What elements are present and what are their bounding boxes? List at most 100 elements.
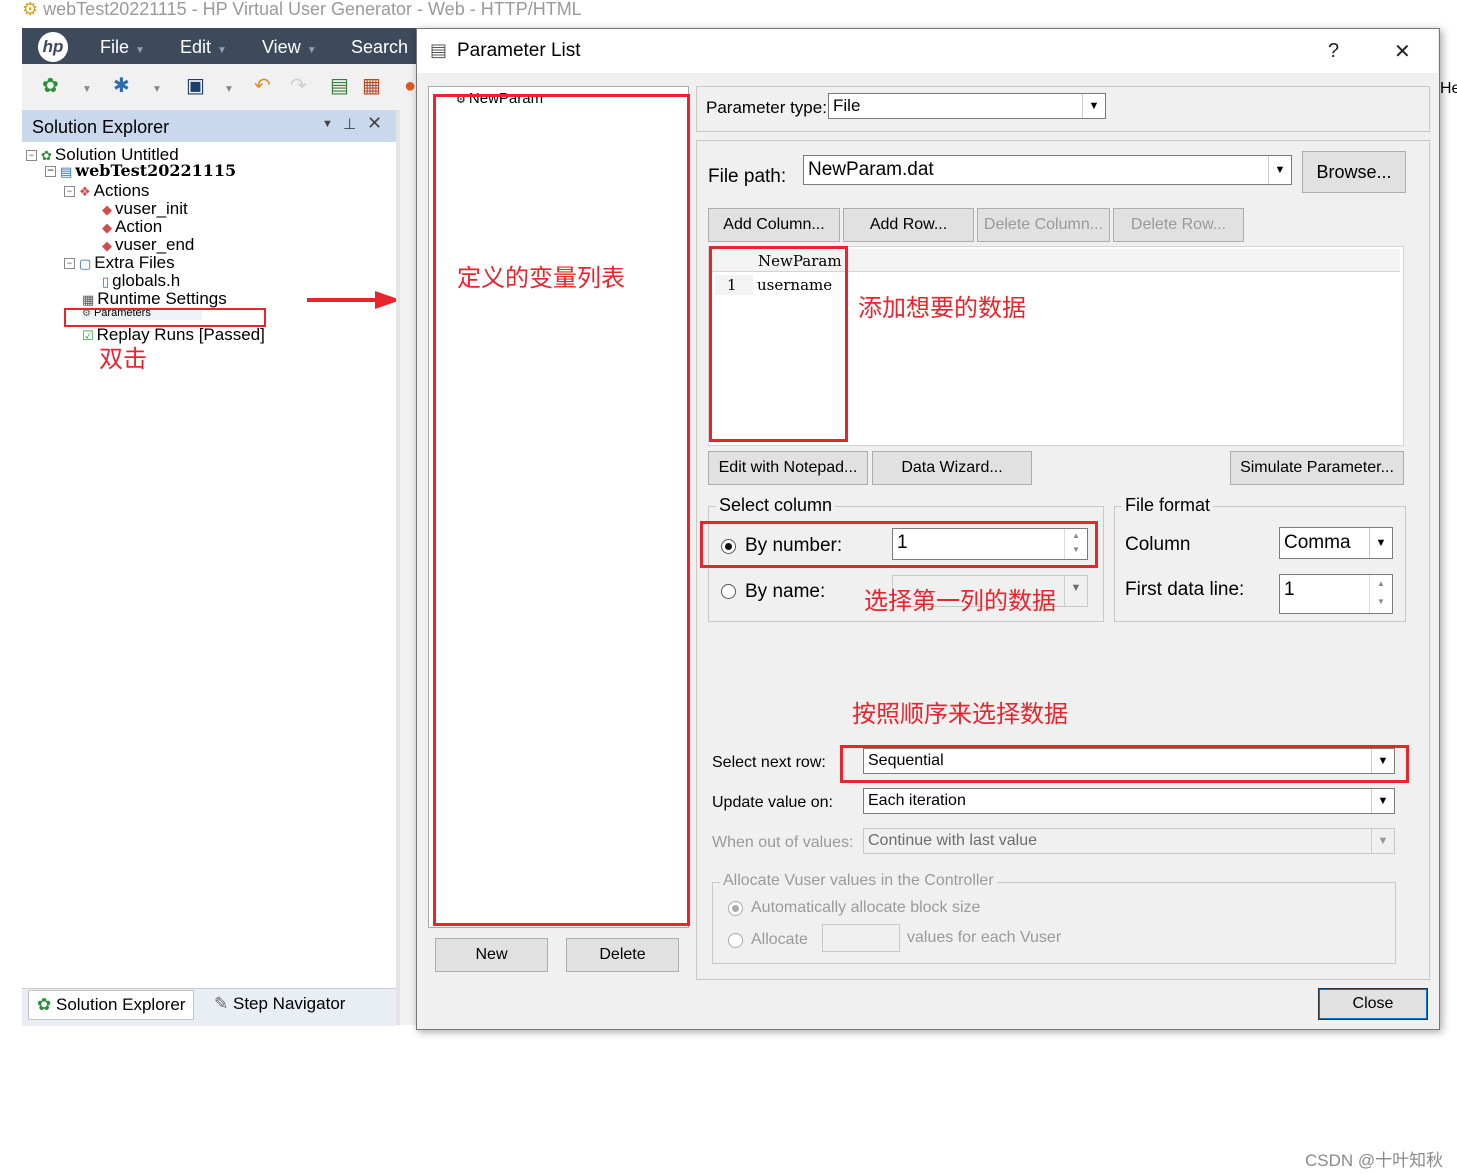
watermark: CSDN @十叶知秋: [1305, 1151, 1444, 1170]
new-script-icon[interactable]: ✱: [113, 76, 130, 96]
parameter-type-label: Parameter type:: [706, 98, 827, 117]
collapse-icon[interactable]: −: [45, 166, 56, 177]
action-icon: ◆: [102, 220, 112, 235]
chevron-down-icon[interactable]: ▼: [1371, 789, 1394, 813]
out-of-values-label: When out of values:: [712, 834, 854, 851]
chevron-down-icon[interactable]: ▼: [82, 84, 92, 95]
collapse-icon[interactable]: −: [26, 150, 37, 162]
tree-script[interactable]: − ▤ webTest20221115: [45, 162, 236, 182]
add-row-button[interactable]: Add Row...: [843, 208, 974, 242]
compile-icon[interactable]: ▤: [330, 76, 349, 96]
update-value-select[interactable]: Each iteration ▼: [863, 788, 1395, 814]
menu-edit[interactable]: Edit ▼: [180, 37, 227, 58]
tree-script-label: webTest20221115: [75, 161, 237, 180]
delete-row-button[interactable]: Delete Row...: [1113, 208, 1244, 242]
tree-replay-runs[interactable]: ☑ Replay Runs [Passed]: [82, 326, 265, 345]
check-icon: ☑: [82, 328, 94, 343]
tree-runtime-settings-label: Runtime Settings: [97, 289, 227, 308]
tab-step-navigator-label: Step Navigator: [232, 994, 346, 1013]
tab-step-navigator[interactable]: ✎ Step Navigator: [206, 990, 353, 1018]
select-next-row-label: Select next row:: [712, 754, 826, 771]
annotation-select-first-column: 选择第一列的数据: [864, 588, 1056, 615]
annotation-add-data: 添加想要的数据: [858, 295, 1026, 322]
action-icon: ◆: [102, 238, 112, 253]
menu-view[interactable]: View ▼: [262, 37, 317, 58]
chevron-down-icon[interactable]: ▼: [1371, 829, 1394, 853]
chevron-down-icon[interactable]: ▼: [1369, 528, 1392, 558]
dropdown-icon[interactable]: ▼: [322, 118, 333, 130]
solution-explorer-title: Solution Explorer: [32, 117, 170, 137]
script-icon: ▤: [60, 165, 73, 180]
chevron-down-icon[interactable]: ▼: [1064, 576, 1087, 606]
menu-file-label: File: [100, 37, 130, 57]
column-format-select[interactable]: Comma ▼: [1279, 527, 1393, 559]
pin-icon[interactable]: ⊥: [343, 115, 356, 133]
allocate-radio[interactable]: [728, 933, 743, 948]
action-icon: ◆: [102, 202, 112, 217]
runtime-settings-icon[interactable]: ▦: [362, 76, 381, 96]
menu-file[interactable]: File ▼: [100, 37, 145, 58]
out-of-values-value: Continue with last value: [868, 832, 1037, 849]
data-wizard-button[interactable]: Data Wizard...: [872, 451, 1032, 485]
first-data-line-value: 1: [1284, 579, 1295, 600]
spin-arrows-icon[interactable]: ▲ ▼: [1369, 575, 1392, 613]
allocate-group: [712, 882, 1396, 964]
auto-allocate-label: Automatically allocate block size: [751, 899, 981, 916]
edit-with-notepad-button[interactable]: Edit with Notepad...: [708, 451, 868, 485]
collapse-icon[interactable]: −: [64, 186, 75, 198]
browse-button[interactable]: Browse...: [1302, 151, 1406, 193]
tab-solution-explorer[interactable]: ✿ Solution Explorer: [28, 990, 195, 1020]
record-icon[interactable]: ●: [404, 76, 416, 96]
highlight-parameters: [64, 308, 266, 327]
chevron-down-icon[interactable]: ▼: [1268, 156, 1291, 184]
redo-icon[interactable]: ↷: [290, 76, 307, 96]
delete-column-button[interactable]: Delete Column...: [977, 208, 1110, 242]
menu-search[interactable]: Search: [351, 37, 408, 58]
document-icon: ▤: [430, 40, 448, 60]
app-title: ⚙ webTest20221115 - HP Virtual User Gene…: [22, 0, 1122, 22]
solution-icon[interactable]: ✿: [42, 76, 59, 96]
tree-actions-label: Actions: [93, 181, 150, 200]
menu-edit-label: Edit: [180, 37, 212, 57]
new-button[interactable]: New: [435, 938, 548, 972]
close-button[interactable]: Close: [1318, 988, 1428, 1020]
simulate-parameter-button[interactable]: Simulate Parameter...: [1230, 451, 1404, 485]
highlight-select-next-row: [840, 745, 1409, 783]
chevron-down-icon[interactable]: ▼: [224, 84, 234, 95]
by-name-radio[interactable]: [721, 584, 736, 599]
add-column-button[interactable]: Add Column...: [708, 208, 840, 242]
close-icon[interactable]: ✕: [367, 113, 382, 134]
file-path-input[interactable]: NewParam.dat ▼: [803, 155, 1292, 185]
help-button[interactable]: ?: [1328, 40, 1339, 63]
close-dialog-icon[interactable]: ✕: [1394, 39, 1411, 64]
column-format-value: Comma: [1284, 532, 1351, 553]
select-column-title: Select column: [716, 495, 836, 516]
highlight-variable-list: [433, 94, 690, 926]
auto-allocate-radio[interactable]: [728, 901, 743, 916]
allocate-group-title: Allocate Vuser values in the Controller: [720, 872, 997, 890]
chevron-down-icon[interactable]: ▼: [152, 84, 162, 95]
update-value-value: Each iteration: [868, 792, 966, 809]
allocate-count-input[interactable]: [822, 924, 900, 952]
first-data-line-label: First data line:: [1125, 579, 1245, 600]
parameter-type-value: File: [833, 96, 861, 115]
out-of-values-select[interactable]: Continue with last value ▼: [863, 828, 1395, 854]
chevron-down-icon[interactable]: ▼: [1082, 94, 1105, 118]
chevron-down-icon: ▼: [306, 45, 317, 56]
file-format-title: File format: [1122, 495, 1214, 516]
navigator-icon: ✎: [214, 994, 229, 1013]
undo-icon[interactable]: ↶: [254, 76, 271, 96]
delete-button[interactable]: Delete: [566, 938, 679, 972]
tree-file-label: globals.h: [112, 271, 181, 290]
menu-view-label: View: [262, 37, 301, 57]
save-icon[interactable]: ▣: [186, 76, 205, 96]
parameter-type-select[interactable]: File ▼: [828, 93, 1106, 119]
by-name-label: By name:: [745, 581, 826, 602]
collapse-icon[interactable]: −: [64, 258, 75, 270]
first-data-line-input[interactable]: 1 ▲ ▼: [1279, 574, 1393, 614]
solution-icon: ✿: [37, 995, 52, 1014]
tree-extra-files-label: Extra Files: [94, 253, 175, 272]
tree-action-label: vuser_init: [115, 199, 188, 218]
update-value-label: Update value on:: [712, 794, 833, 811]
right-edge-label: He: [1440, 80, 1457, 97]
